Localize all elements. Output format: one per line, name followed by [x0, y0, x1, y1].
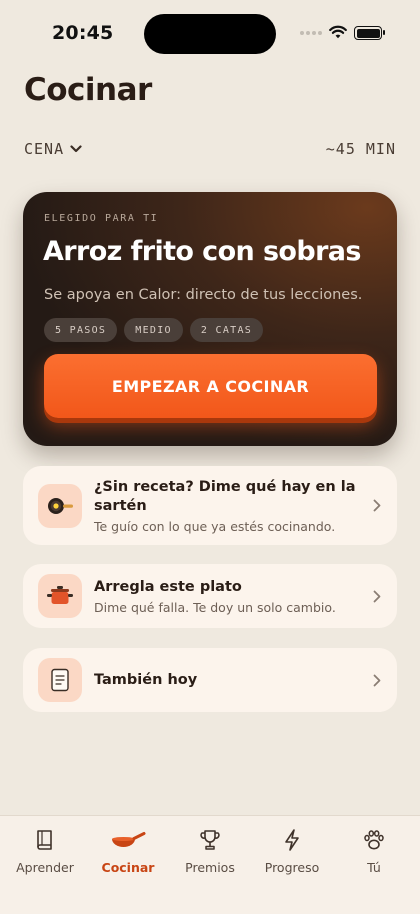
tab-label: Cocinar: [101, 860, 155, 875]
meal-selector[interactable]: CENA: [24, 140, 82, 158]
option-title: ¿Sin receta? Dime qué hay en la sartén: [94, 478, 356, 514]
chevron-right-icon: [373, 674, 381, 686]
recommended-recipe-card[interactable]: ELEGIDO PARA TI Arroz frito con sobras S…: [23, 192, 397, 446]
tab-premios[interactable]: Premios: [168, 828, 252, 875]
recipe-title: Arroz frito con sobras: [43, 236, 362, 267]
recipe-subtitle: Se apoya en Calor: directo de tus leccio…: [44, 287, 363, 303]
bolt-icon: [285, 829, 299, 851]
tab-progreso[interactable]: Progreso: [250, 828, 334, 875]
tab-label: Aprender: [16, 860, 74, 875]
pan-icon: [112, 832, 146, 847]
chip-tastings: 2 CATAS: [189, 318, 264, 342]
tab-label: Tú: [367, 860, 381, 875]
hero-eyebrow: ELEGIDO PARA TI: [44, 213, 159, 224]
tab-tu[interactable]: Tú: [332, 828, 416, 875]
tab-bar: Aprender Cocinar Premios Progreso Tú: [0, 815, 420, 914]
signal-icon: [300, 31, 322, 35]
option-title: Arregla este plato: [94, 578, 242, 595]
chevron-right-icon: [373, 499, 381, 512]
option-description: Te guío con lo que ya estés cocinando.: [94, 518, 336, 534]
option-description: Dime qué falla. Te doy un solo cambio.: [94, 599, 336, 615]
option-title: También hoy: [94, 671, 198, 688]
book-icon: [37, 830, 52, 850]
chevron-down-icon: [70, 145, 82, 153]
duration-label: ~45 MIN: [325, 140, 396, 158]
recipe-chips: 5 PASOS MEDIO 2 CATAS: [44, 318, 264, 342]
status-bar: 20:45: [0, 0, 420, 66]
pan-icon: [38, 484, 82, 528]
tab-aprender[interactable]: Aprender: [3, 828, 87, 875]
tab-cocinar[interactable]: Cocinar: [86, 828, 170, 875]
chevron-right-icon: [373, 590, 381, 602]
note-icon: [38, 658, 82, 702]
pot-icon: [38, 574, 82, 618]
trophy-icon: [200, 830, 220, 850]
page-title: Cocinar: [24, 72, 152, 108]
chip-difficulty: MEDIO: [124, 318, 183, 342]
battery-icon: [354, 26, 385, 40]
tab-label: Progreso: [264, 860, 320, 875]
wifi-icon: [329, 25, 347, 39]
start-cooking-button[interactable]: EMPEZAR A COCINAR: [44, 354, 377, 418]
status-time: 20:45: [52, 22, 114, 44]
tab-label: Premios: [185, 860, 235, 875]
option-no-recipe[interactable]: ¿Sin receta? Dime qué hay en la sartén T…: [23, 466, 397, 545]
meal-row: CENA ~45 MIN: [24, 140, 396, 158]
chip-steps: 5 PASOS: [44, 318, 118, 342]
paw-icon: [364, 830, 384, 850]
meal-selector-value: CENA: [24, 140, 65, 158]
dynamic-island: [144, 14, 276, 54]
option-also-today[interactable]: También hoy: [23, 648, 397, 712]
option-fix-dish[interactable]: Arregla este plato Dime qué falla. Te do…: [23, 564, 397, 628]
